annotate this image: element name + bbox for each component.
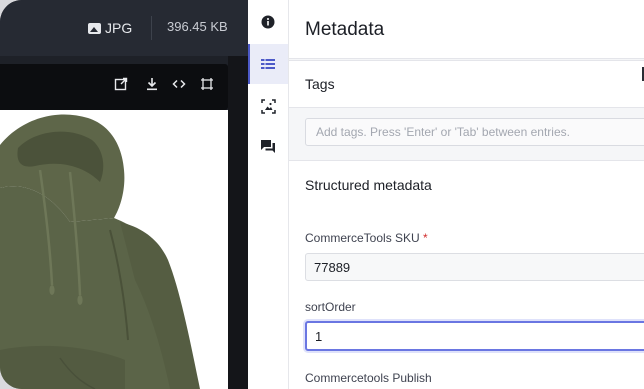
tags-section-header[interactable]: Tags	[289, 60, 644, 108]
comments-icon	[261, 139, 275, 153]
sku-label-text: CommerceTools SKU	[305, 231, 420, 245]
rail-comments-button[interactable]	[248, 128, 288, 164]
hoodie-image	[0, 114, 200, 389]
open-external-icon[interactable]	[112, 77, 130, 95]
image-file-icon	[88, 22, 101, 34]
download-icon[interactable]	[143, 77, 161, 95]
tags-input[interactable]	[305, 118, 644, 146]
info-icon	[261, 15, 275, 29]
embed-code-icon[interactable]	[170, 77, 188, 95]
sku-input[interactable]	[305, 253, 644, 281]
rail-info-button[interactable]	[248, 4, 288, 40]
file-format-label: JPG	[105, 20, 133, 36]
file-size: 396.45 KB	[167, 19, 228, 34]
header-divider	[151, 16, 152, 40]
viewer-toolbar	[0, 64, 228, 110]
file-format-badge: JPG	[88, 19, 132, 37]
viewer-header: JPG 396.45 KB	[0, 0, 248, 56]
metadata-panel: Metadata Tags Structured metadata Commer…	[289, 0, 644, 389]
list-icon	[261, 58, 275, 70]
panel-icon-rail	[248, 0, 289, 389]
structured-fields: CommerceTools SKU * sortOrder Commerceto…	[289, 208, 644, 389]
image-icon	[260, 98, 276, 114]
required-asterisk: *	[423, 231, 428, 245]
structured-metadata-label: Structured metadata	[305, 177, 432, 193]
asset-viewer: JPG 396.45 KB	[0, 0, 248, 389]
crop-frame-icon[interactable]	[198, 77, 216, 95]
rail-metadata-button[interactable]	[248, 44, 288, 84]
panel-title: Metadata	[305, 19, 385, 40]
rail-active-indicator	[248, 44, 250, 84]
commercetools-publish-label: Commercetools Publish	[305, 371, 432, 385]
panel-header: Metadata	[289, 0, 644, 59]
viewer-scroll-track[interactable]	[228, 56, 248, 389]
sku-field-label: CommerceTools SKU *	[305, 231, 428, 245]
structured-metadata-header[interactable]: Structured metadata	[289, 160, 644, 209]
sort-order-label: sortOrder	[305, 300, 356, 314]
rail-renditions-button[interactable]	[248, 88, 288, 124]
app-window: JPG 396.45 KB Metadata Tags Add tags. Pr…	[0, 0, 644, 389]
tags-label: Tags	[305, 76, 335, 92]
sort-order-input[interactable]	[305, 321, 644, 351]
image-preview[interactable]	[0, 110, 228, 389]
